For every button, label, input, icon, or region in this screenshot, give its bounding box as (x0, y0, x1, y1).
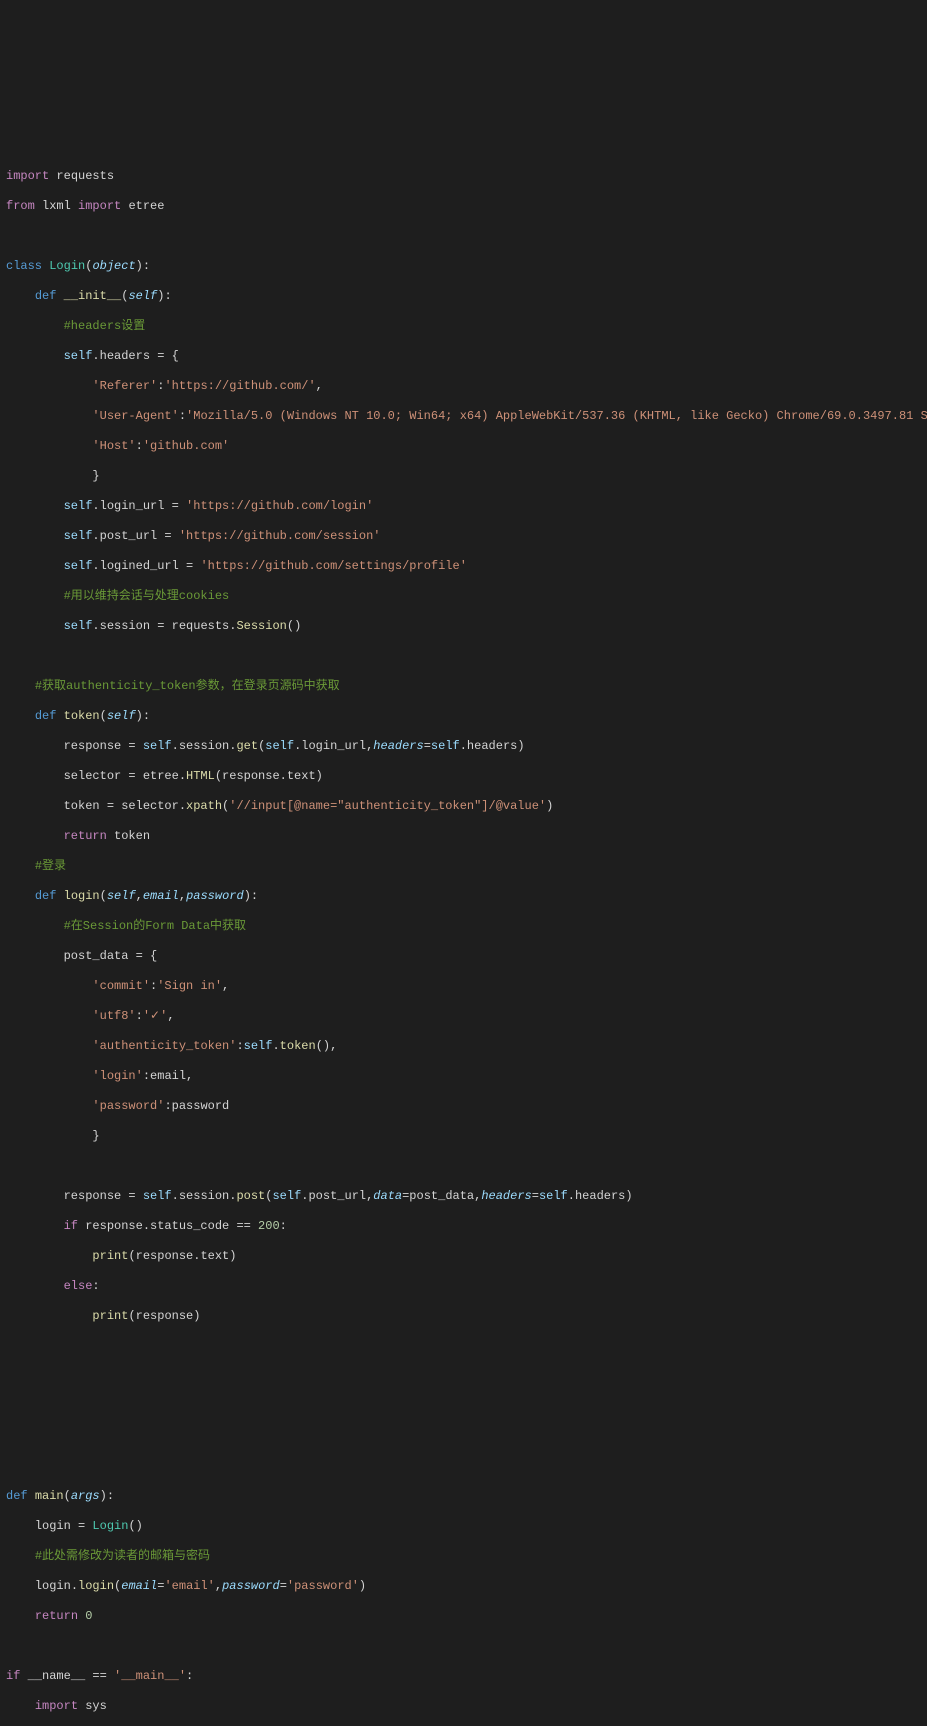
code-line: response = self.session.post(self.post_u… (0, 1189, 927, 1204)
code-editor[interactable]: import requests from lxml import etree c… (0, 64, 927, 1726)
code-line: def token(self): (0, 709, 927, 724)
code-line: def __init__(self): (0, 289, 927, 304)
code-line: self.headers = { (0, 349, 927, 364)
code-line: import sys (0, 1699, 927, 1714)
code-line: selector = etree.HTML(response.text) (0, 769, 927, 784)
code-line: 'login':email, (0, 1069, 927, 1084)
code-line: class Login(object): (0, 259, 927, 274)
code-line: from lxml import etree (0, 199, 927, 214)
code-line: 'Host':'github.com' (0, 439, 927, 454)
code-line: 'authenticity_token':self.token(), (0, 1039, 927, 1054)
code-line: return token (0, 829, 927, 844)
code-line: import requests (0, 169, 927, 184)
code-line: login = Login() (0, 1519, 927, 1534)
code-line: 'commit':'Sign in', (0, 979, 927, 994)
code-line: 'password':password (0, 1099, 927, 1114)
code-line: else: (0, 1279, 927, 1294)
code-line: login.login(email='email',password='pass… (0, 1579, 927, 1594)
code-line: def login(self,email,password): (0, 889, 927, 904)
code-line: } (0, 469, 927, 484)
code-line: #登录 (0, 859, 927, 874)
code-line: self.post_url = 'https://github.com/sess… (0, 529, 927, 544)
code-line: post_data = { (0, 949, 927, 964)
code-line: response = self.session.get(self.login_u… (0, 739, 927, 754)
code-line: self.login_url = 'https://github.com/log… (0, 499, 927, 514)
code-line: token = selector.xpath('//input[@name="a… (0, 799, 927, 814)
code-line: #用以维持会话与处理cookies (0, 589, 927, 604)
code-line: self.session = requests.Session() (0, 619, 927, 634)
code-line: #获取authenticity_token参数，在登录页源码中获取 (0, 679, 927, 694)
code-line: if response.status_code == 200: (0, 1219, 927, 1234)
code-line: #此处需修改为读者的邮箱与密码 (0, 1549, 927, 1564)
code-line: self.logined_url = 'https://github.com/s… (0, 559, 927, 574)
code-line: def main(args): (0, 1489, 927, 1504)
code-line: #headers设置 (0, 319, 927, 334)
code-line: 'Referer':'https://github.com/', (0, 379, 927, 394)
code-line: return 0 (0, 1609, 927, 1624)
code-line: 'utf8':'✓', (0, 1009, 927, 1024)
code-line: print(response) (0, 1309, 927, 1324)
code-line: } (0, 1129, 927, 1144)
code-line: if __name__ == '__main__': (0, 1669, 927, 1684)
code-line: print(response.text) (0, 1249, 927, 1264)
code-line: #在Session的Form Data中获取 (0, 919, 927, 934)
code-line: 'User-Agent':'Mozilla/5.0 (Windows NT 10… (0, 409, 927, 424)
